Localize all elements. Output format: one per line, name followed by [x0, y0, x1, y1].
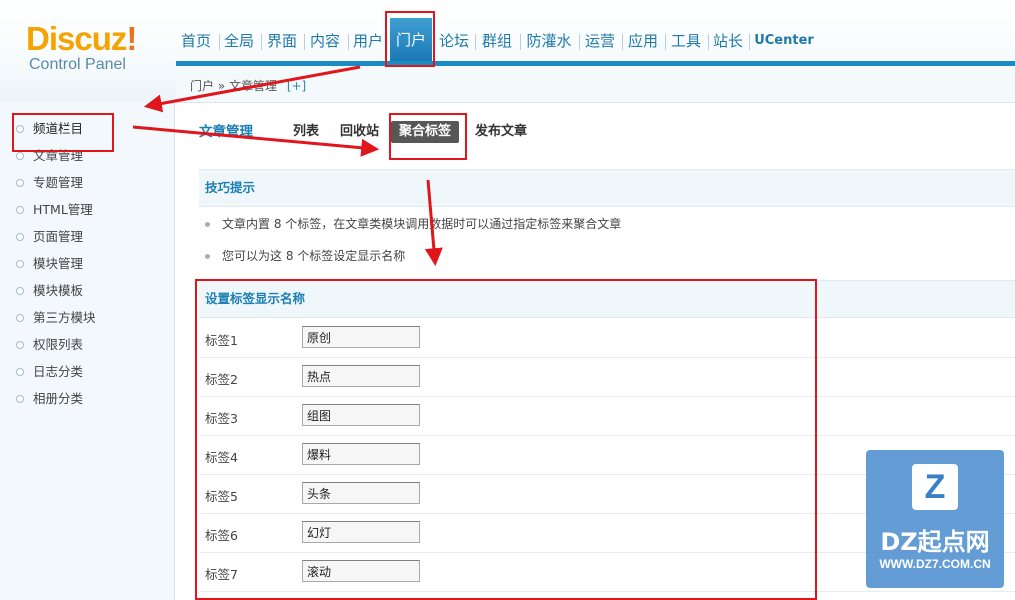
tag-label: 标签6	[205, 528, 238, 543]
sidebar-item-label: 文章管理	[33, 148, 84, 163]
nav-operations[interactable]: 运营	[580, 26, 620, 56]
breadcrumb-add-button[interactable]: [+]	[287, 79, 306, 93]
sidebar-item-permissions[interactable]: 权限列表	[0, 332, 174, 358]
nav-apps[interactable]: 应用	[623, 26, 663, 56]
nav-antispam[interactable]: 防灌水	[521, 26, 577, 56]
tag-1-input[interactable]	[302, 326, 420, 348]
sidebar-item-html[interactable]: HTML管理	[0, 197, 174, 223]
tag-row-1: 标签1	[199, 318, 1015, 358]
nav-content[interactable]: 内容	[305, 26, 345, 56]
sidebar-item-block-templates[interactable]: 模块模板	[0, 278, 174, 304]
tag-label: 标签1	[205, 333, 238, 348]
sidebar: 频道栏目 文章管理 专题管理 HTML管理 页面管理 模块管理 模块模板 第三方…	[0, 102, 175, 600]
bullet-icon	[16, 152, 24, 160]
sidebar-item-articles[interactable]: 文章管理	[0, 143, 174, 169]
header: Discuz! Control Panel 首页 全局 界面 内容 用户 门户 …	[0, 0, 1015, 103]
nav-home[interactable]: 首页	[176, 26, 216, 56]
tag-6-input[interactable]	[302, 521, 420, 543]
sidebar-item-channels[interactable]: 频道栏目	[0, 116, 174, 142]
sidebar-item-blocks[interactable]: 模块管理	[0, 251, 174, 277]
tab-aggregate-tags[interactable]: 聚合标签	[391, 121, 460, 143]
watermark: Z DZ起点网 WWW.DZ7.COM.CN	[866, 450, 1004, 588]
tag-row-3: 标签3	[199, 396, 1015, 436]
tab-list[interactable]: 列表	[293, 121, 319, 143]
section-title: 文章管理	[199, 124, 253, 140]
nav-forum[interactable]: 论坛	[434, 26, 474, 56]
nav-tools[interactable]: 工具	[666, 26, 706, 56]
nav-global[interactable]: 全局	[220, 26, 258, 56]
bullet-icon	[205, 254, 210, 259]
sidebar-item-label: 相册分类	[33, 391, 84, 406]
nav-portal[interactable]: 门户	[390, 18, 432, 62]
tab-recycle-bin[interactable]: 回收站	[340, 121, 379, 143]
sidebar-item-blog-categories[interactable]: 日志分类	[0, 359, 174, 385]
tag-label: 标签5	[205, 489, 238, 504]
sidebar-item-label: 模块管理	[33, 256, 84, 271]
tag-label: 标签4	[205, 450, 238, 465]
bullet-icon	[16, 341, 24, 349]
tag-3-input[interactable]	[302, 404, 420, 426]
tag-2-input[interactable]	[302, 365, 420, 387]
sidebar-item-label: 频道栏目	[33, 121, 84, 136]
sidebar-item-label: 模块模板	[33, 283, 84, 298]
sidebar-item-label: 专题管理	[33, 175, 84, 190]
nav-webmaster[interactable]: 站长	[709, 26, 747, 56]
bullet-icon	[16, 233, 24, 241]
bullet-icon	[16, 125, 24, 133]
sidebar-item-topics[interactable]: 专题管理	[0, 170, 174, 196]
breadcrumb-text: 门户 » 文章管理 [+]	[190, 77, 306, 94]
tip-text: 文章内置 8 个标签，在文章类模块调用数据时可以通过指定标签来聚合文章	[222, 217, 622, 231]
tag-7-input[interactable]	[302, 560, 420, 582]
sidebar-item-pages[interactable]: 页面管理	[0, 224, 174, 250]
bullet-icon	[16, 314, 24, 322]
tip-text: 您可以为这 8 个标签设定显示名称	[222, 249, 406, 263]
sidebar-item-third-party-blocks[interactable]: 第三方模块	[0, 305, 174, 331]
sidebar-item-album-categories[interactable]: 相册分类	[0, 386, 174, 412]
sidebar-item-label: HTML管理	[33, 202, 93, 217]
watermark-url: WWW.DZ7.COM.CN	[879, 557, 991, 571]
bullet-icon	[16, 260, 24, 268]
watermark-logo-icon: Z	[912, 464, 958, 510]
tips-heading: 技巧提示	[199, 169, 1015, 207]
tag-row-2: 标签2	[199, 357, 1015, 397]
bullet-icon	[205, 222, 210, 227]
tag-label: 标签2	[205, 372, 238, 387]
bullet-icon	[16, 368, 24, 376]
logo[interactable]: Discuz! Control Panel	[26, 22, 156, 82]
nav-divider	[749, 34, 750, 50]
form-heading: 设置标签显示名称	[199, 280, 1015, 318]
nav-users[interactable]: 用户	[349, 26, 387, 56]
logo-subtitle: Control Panel	[29, 56, 126, 73]
tag-label: 标签7	[205, 567, 238, 582]
nav-interface[interactable]: 界面	[262, 26, 302, 56]
sidebar-item-label: 权限列表	[33, 337, 84, 352]
watermark-title: DZ起点网	[880, 528, 990, 556]
tab-publish-article[interactable]: 发布文章	[475, 121, 527, 143]
bullet-icon	[16, 287, 24, 295]
nav-ucenter[interactable]: UCenter	[751, 26, 817, 56]
sidebar-item-label: 第三方模块	[33, 310, 96, 325]
sidebar-item-label: 页面管理	[33, 229, 84, 244]
breadcrumb-path[interactable]: 门户 » 文章管理	[190, 79, 277, 93]
logo-brand: Discuz!	[26, 20, 137, 57]
tag-4-input[interactable]	[302, 443, 420, 465]
tip-item: 您可以为这 8 个标签设定显示名称	[205, 247, 405, 264]
tag-5-input[interactable]	[302, 482, 420, 504]
breadcrumb: 门户 » 文章管理 [+]	[176, 66, 1015, 103]
bullet-icon	[16, 179, 24, 187]
tip-item: 文章内置 8 个标签，在文章类模块调用数据时可以通过指定标签来聚合文章	[205, 215, 621, 232]
bullet-icon	[16, 395, 24, 403]
nav-groups[interactable]: 群组	[476, 26, 518, 56]
sidebar-item-label: 日志分类	[33, 364, 84, 379]
tag-label: 标签3	[205, 411, 238, 426]
bullet-icon	[16, 206, 24, 214]
